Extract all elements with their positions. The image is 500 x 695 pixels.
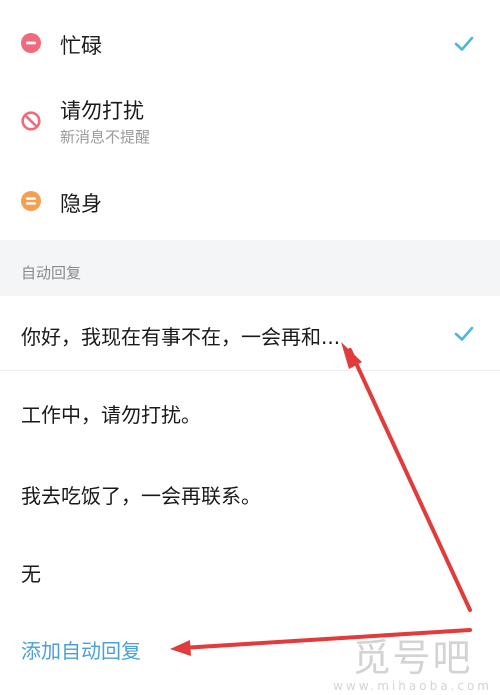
status-label-do-not-disturb: 请勿打扰 bbox=[60, 99, 144, 123]
screen: 忙碌 请勿打扰 新消息不提醒 隐身 自动回复 你好，我现在有事不在，一会再和..… bbox=[0, 0, 500, 695]
arrowhead-left bbox=[170, 640, 191, 656]
auto-reply-text: 你好，我现在有事不在，一会再和... bbox=[21, 325, 341, 349]
auto-reply-item[interactable]: 工作中，请勿打扰。 bbox=[0, 376, 500, 446]
status-subtitle-do-not-disturb: 新消息不提醒 bbox=[60, 128, 151, 146]
divider bbox=[0, 370, 500, 371]
status-row-invisible[interactable]: 隐身 bbox=[0, 160, 500, 240]
add-auto-reply-link[interactable]: 添加自动回复 bbox=[21, 635, 141, 664]
watermark: 觅号吧 www.mihaoba.com bbox=[333, 637, 492, 693]
busy-minus-icon bbox=[21, 33, 41, 53]
watermark-url: www.mihaoba.com bbox=[333, 679, 492, 693]
auto-reply-text: 我去吃饭了，一会再联系。 bbox=[21, 484, 261, 508]
auto-reply-section-title: 自动回复 bbox=[21, 264, 82, 282]
auto-reply-item[interactable]: 你好，我现在有事不在，一会再和... bbox=[0, 296, 500, 366]
check-icon bbox=[454, 36, 474, 51]
watermark-logo-text: 觅号吧 bbox=[352, 636, 473, 680]
auto-reply-text: 无 bbox=[21, 562, 41, 586]
check-icon bbox=[454, 326, 474, 341]
status-label-busy: 忙碌 bbox=[60, 34, 102, 58]
invisible-equals-icon bbox=[21, 191, 41, 211]
auto-reply-item[interactable]: 无 bbox=[0, 535, 500, 605]
auto-reply-text: 工作中，请勿打扰。 bbox=[21, 403, 201, 427]
status-row-do-not-disturb[interactable]: 请勿打扰 新消息不提醒 bbox=[0, 88, 500, 160]
status-label-invisible: 隐身 bbox=[60, 192, 102, 216]
auto-reply-item[interactable]: 我去吃饭了，一会再联系。 bbox=[0, 455, 500, 525]
do-not-disturb-icon bbox=[21, 111, 41, 131]
status-row-busy[interactable]: 忙碌 bbox=[0, 0, 500, 88]
